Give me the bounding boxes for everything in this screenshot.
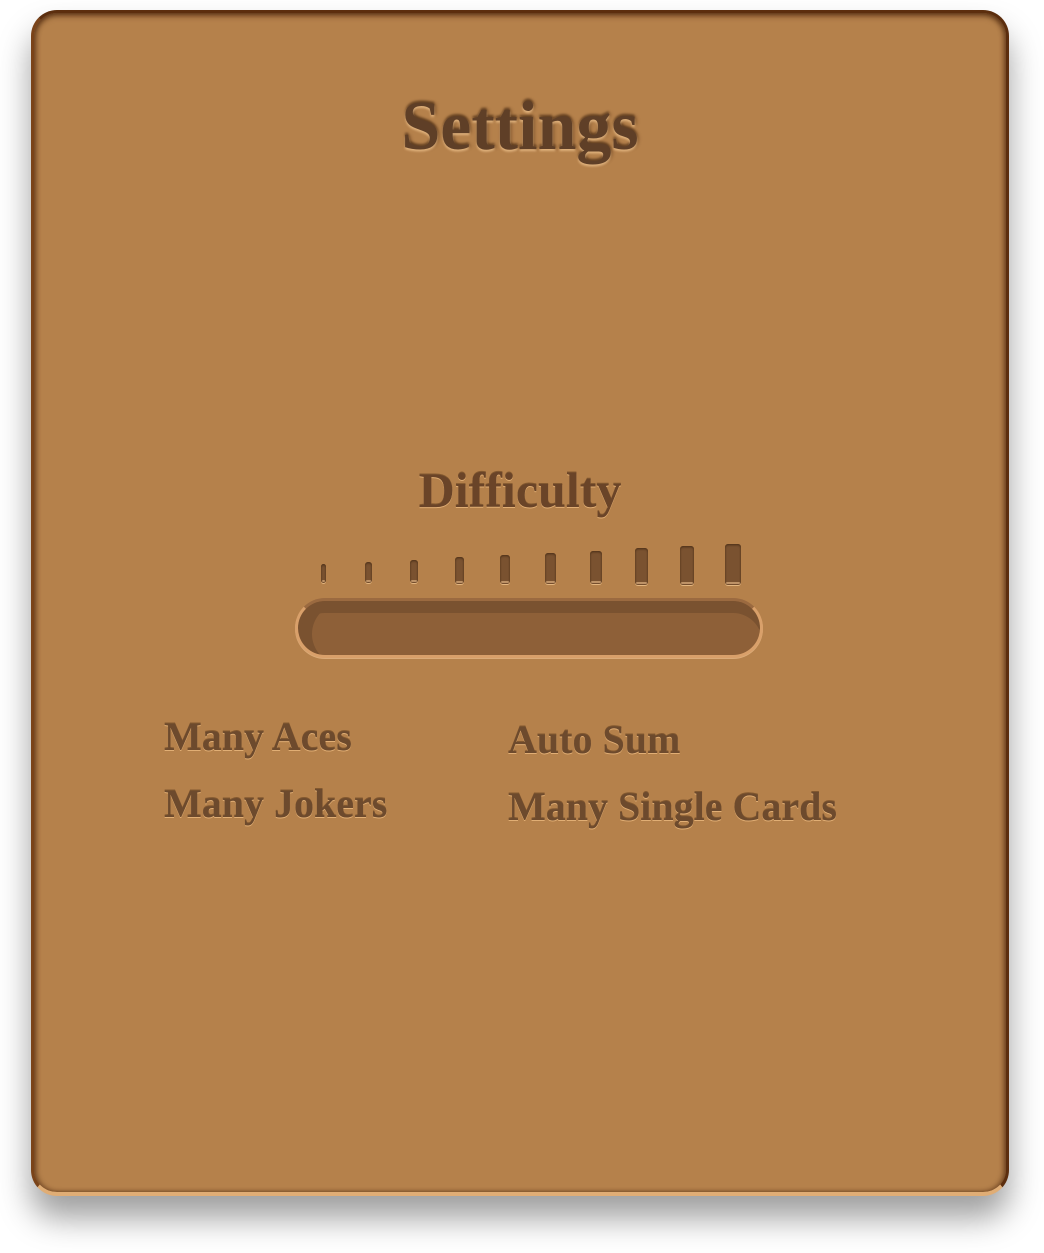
difficulty-label: Difficulty [418, 462, 622, 518]
option-auto-sum[interactable]: Auto Sum [508, 716, 680, 763]
settings-panel: Settings Difficulty Many Aces Auto Sum M… [31, 10, 1009, 1196]
option-many-jokers[interactable]: Many Jokers [164, 780, 387, 827]
difficulty-tick-2 [365, 561, 372, 584]
option-many-single-cards[interactable]: Many Single Cards [508, 783, 837, 830]
difficulty-tick-10 [724, 544, 741, 585]
difficulty-tick-8 [634, 548, 649, 585]
difficulty-tick-scale [317, 539, 747, 585]
difficulty-tick-6 [544, 552, 557, 585]
difficulty-tick-7 [589, 550, 603, 585]
difficulty-tick-4 [455, 557, 464, 584]
difficulty-tick-3 [410, 559, 418, 584]
difficulty-tick-1 [320, 564, 326, 583]
option-many-aces[interactable]: Many Aces [164, 713, 352, 760]
page-title: Settings [401, 88, 639, 165]
difficulty-slider[interactable] [295, 598, 763, 658]
difficulty-tick-9 [679, 546, 695, 585]
difficulty-tick-5 [500, 555, 510, 584]
